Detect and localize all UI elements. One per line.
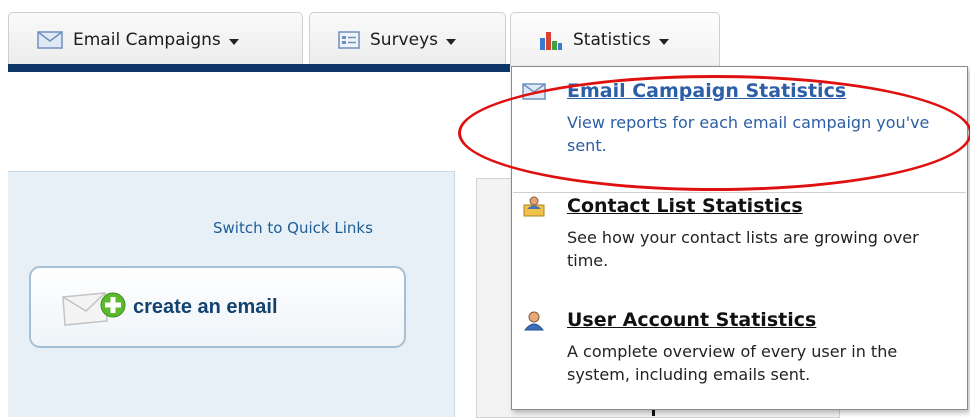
menu-item-description: View reports for each email campaign you… (567, 113, 930, 155)
envelope-icon (522, 83, 546, 100)
tab-email-campaigns[interactable]: Email Campaigns (8, 12, 303, 66)
tab-statistics-label: Statistics (573, 29, 651, 50)
statistics-dropdown-menu: Email Campaign Statistics View reports f… (511, 66, 968, 410)
tab-email-campaigns-label: Email Campaigns (73, 29, 221, 50)
survey-form-icon (338, 30, 360, 49)
chevron-down-icon (228, 38, 239, 45)
menu-item-title[interactable]: User Account Statistics (567, 309, 816, 331)
tab-surveys-label: Surveys (370, 29, 438, 50)
envelope-icon (37, 30, 63, 49)
nav-bar-underline (8, 64, 510, 72)
tab-surveys[interactable]: Surveys (309, 12, 506, 66)
chevron-down-icon (446, 38, 456, 45)
create-email-button[interactable]: create an email (29, 266, 406, 348)
bar-chart-icon (540, 31, 562, 50)
menu-item-description: See how your contact lists are growing o… (567, 228, 919, 270)
menu-item-title[interactable]: Contact List Statistics (567, 195, 803, 217)
chevron-down-icon (658, 38, 669, 45)
contact-list-icon (523, 196, 545, 217)
quick-actions-panel: Switch to Quick Links create an email (8, 171, 455, 417)
menu-item-description: A complete overview of every user in the… (567, 342, 898, 384)
menu-item-title[interactable]: Email Campaign Statistics (567, 80, 846, 102)
menu-separator (513, 192, 966, 193)
create-email-label: create an email (133, 295, 278, 318)
menu-item-email-campaign-statistics[interactable]: Email Campaign Statistics View reports f… (512, 80, 967, 193)
switch-to-quick-links-link[interactable]: Switch to Quick Links (213, 219, 373, 237)
main-nav-tabs: Email Campaigns Surveys Statistics (0, 0, 970, 72)
user-icon (523, 311, 545, 331)
tab-statistics[interactable]: Statistics (510, 12, 720, 66)
envelope-add-icon (62, 292, 126, 326)
